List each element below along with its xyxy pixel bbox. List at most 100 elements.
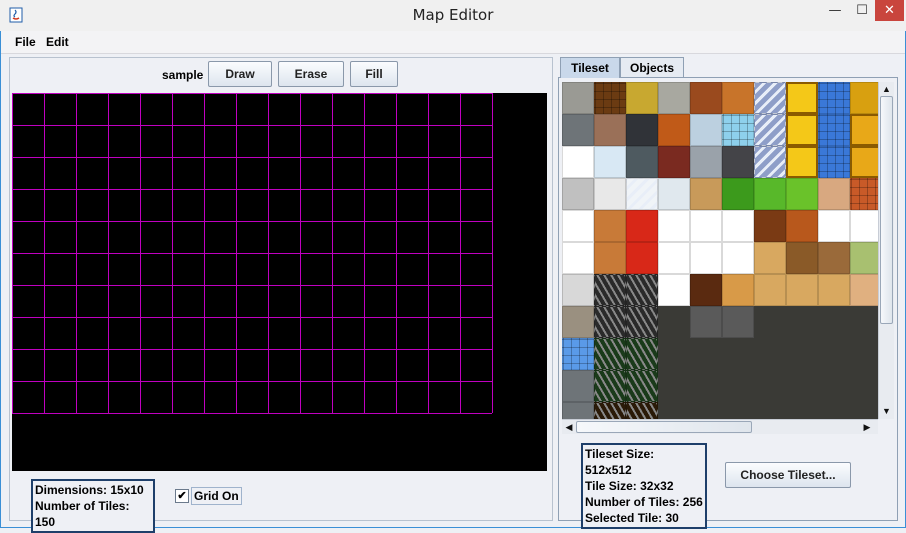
tile-girder-orange[interactable] bbox=[594, 402, 626, 419]
tile-empty[interactable] bbox=[818, 370, 850, 402]
tile-ice-crystal[interactable] bbox=[690, 114, 722, 146]
tile-empty[interactable] bbox=[786, 338, 818, 370]
split-pane-divider[interactable] bbox=[553, 57, 556, 519]
tile-empty[interactable] bbox=[850, 306, 878, 338]
tile-empty[interactable] bbox=[754, 370, 786, 402]
tile-empty[interactable] bbox=[658, 402, 690, 419]
tile-dark-slate[interactable] bbox=[626, 146, 658, 178]
tile-switch-off[interactable] bbox=[658, 274, 690, 306]
tile-wood-bark[interactable] bbox=[690, 82, 722, 114]
tile-rock-grey[interactable] bbox=[722, 306, 754, 338]
tile-question-face[interactable] bbox=[786, 114, 818, 146]
tile-riveted-plate[interactable] bbox=[562, 178, 594, 210]
scroll-left-arrow-icon[interactable]: ◀ bbox=[562, 420, 576, 434]
grid-checkbox[interactable]: ✔ bbox=[175, 489, 189, 503]
tile-pipe-purple[interactable] bbox=[690, 210, 722, 242]
vertical-scrollbar[interactable]: ▲ ▼ bbox=[878, 82, 894, 419]
tile-empty[interactable] bbox=[690, 402, 722, 419]
tile-empty[interactable] bbox=[722, 338, 754, 370]
tile-question-face[interactable] bbox=[786, 146, 818, 178]
tile-white[interactable] bbox=[562, 146, 594, 178]
tile-dirt[interactable] bbox=[594, 114, 626, 146]
grid-checkbox-label[interactable]: Grid On bbox=[191, 487, 242, 505]
tile-empty[interactable] bbox=[754, 402, 786, 419]
tile-grass-ring[interactable] bbox=[786, 178, 818, 210]
draw-button[interactable]: Draw bbox=[208, 61, 272, 87]
tab-tileset[interactable]: Tileset bbox=[560, 57, 620, 78]
tile-sand-dots[interactable] bbox=[850, 274, 878, 306]
tile-water-blue[interactable] bbox=[818, 146, 850, 178]
tile-empty[interactable] bbox=[754, 306, 786, 338]
horizontal-scroll-thumb[interactable] bbox=[576, 421, 752, 433]
tile-wood-rings[interactable] bbox=[722, 82, 754, 114]
tile-gravel-dark[interactable] bbox=[562, 370, 594, 402]
tile-girder-orange[interactable] bbox=[626, 402, 658, 419]
tile-pipe-green[interactable] bbox=[850, 210, 878, 242]
scroll-right-arrow-icon[interactable]: ▶ bbox=[860, 420, 874, 434]
tile-empty[interactable] bbox=[818, 402, 850, 419]
tile-pole[interactable] bbox=[562, 242, 594, 274]
tile-door-bottom[interactable] bbox=[594, 242, 626, 274]
tile-grass-top[interactable] bbox=[818, 210, 850, 242]
tile-empty[interactable] bbox=[850, 338, 878, 370]
tile-empty[interactable] bbox=[690, 338, 722, 370]
tile-empty[interactable] bbox=[690, 370, 722, 402]
maximize-button[interactable]: ☐ bbox=[849, 0, 875, 21]
title-bar[interactable]: Map Editor — ☐ ✕ bbox=[0, 0, 906, 31]
tile-ice-brick[interactable] bbox=[722, 114, 754, 146]
tile-sand-skull[interactable] bbox=[786, 274, 818, 306]
tile-empty[interactable] bbox=[722, 402, 754, 419]
tile-empty[interactable] bbox=[786, 306, 818, 338]
tile-girder-red[interactable] bbox=[594, 306, 626, 338]
tile-dirt-light[interactable] bbox=[818, 242, 850, 274]
tile-door-top[interactable] bbox=[594, 210, 626, 242]
tile-switch-on[interactable] bbox=[658, 242, 690, 274]
tile-gold-block[interactable] bbox=[850, 82, 878, 114]
tile-granite-dark[interactable] bbox=[626, 114, 658, 146]
tile-sand-yellow[interactable] bbox=[626, 82, 658, 114]
tile-wood-plank[interactable] bbox=[722, 274, 754, 306]
tile-girder-lime[interactable] bbox=[626, 370, 658, 402]
tile-question-block[interactable] bbox=[850, 146, 878, 178]
tile-pipe-pink[interactable] bbox=[690, 242, 722, 274]
tile-water-blue[interactable] bbox=[818, 82, 850, 114]
tile-question-block[interactable] bbox=[850, 114, 878, 146]
menu-file[interactable]: File bbox=[15, 35, 36, 49]
menu-edit[interactable]: Edit bbox=[46, 35, 69, 49]
tile-pipe-pink-r[interactable] bbox=[722, 242, 754, 274]
tile-empty[interactable] bbox=[818, 338, 850, 370]
map-canvas[interactable] bbox=[12, 93, 547, 471]
tile-grey-sparkle[interactable] bbox=[722, 146, 754, 178]
tile-sparkle[interactable] bbox=[690, 146, 722, 178]
minimize-button[interactable]: — bbox=[822, 0, 848, 21]
tile-door-red[interactable] bbox=[626, 210, 658, 242]
tile-empty[interactable] bbox=[658, 306, 690, 338]
tile-glass-diagonal[interactable] bbox=[754, 114, 786, 146]
tile-girder-pink[interactable] bbox=[626, 306, 658, 338]
tile-girder-green[interactable] bbox=[594, 338, 626, 370]
tile-empty[interactable] bbox=[754, 338, 786, 370]
tile-empty[interactable] bbox=[818, 306, 850, 338]
tile-glass-diagonal[interactable] bbox=[754, 82, 786, 114]
tile-grass-box[interactable] bbox=[850, 242, 878, 274]
tile-wood-log[interactable] bbox=[690, 274, 722, 306]
tile-ladder[interactable] bbox=[562, 306, 594, 338]
tile-wheel[interactable] bbox=[562, 274, 594, 306]
erase-button[interactable]: Erase bbox=[278, 61, 344, 87]
tile-empty[interactable] bbox=[658, 370, 690, 402]
tile-rock-grey[interactable] bbox=[690, 306, 722, 338]
tile-dirt-dark[interactable] bbox=[786, 242, 818, 274]
tile-girder-lime[interactable] bbox=[594, 370, 626, 402]
tile-girder-dark[interactable] bbox=[594, 274, 626, 306]
choose-tileset-button[interactable]: Choose Tileset... bbox=[725, 462, 851, 488]
tile-white-diagonal[interactable] bbox=[626, 178, 658, 210]
tile-gravel[interactable] bbox=[658, 82, 690, 114]
tile-gravel-dark[interactable] bbox=[562, 114, 594, 146]
tile-cactus[interactable] bbox=[754, 178, 786, 210]
tile-question-face[interactable] bbox=[786, 82, 818, 114]
tile-stone[interactable] bbox=[562, 82, 594, 114]
tile-grass-green[interactable] bbox=[722, 178, 754, 210]
tile-door-red-bottom[interactable] bbox=[626, 242, 658, 274]
tile-girder-green[interactable] bbox=[626, 338, 658, 370]
tile-water-blue[interactable] bbox=[818, 114, 850, 146]
